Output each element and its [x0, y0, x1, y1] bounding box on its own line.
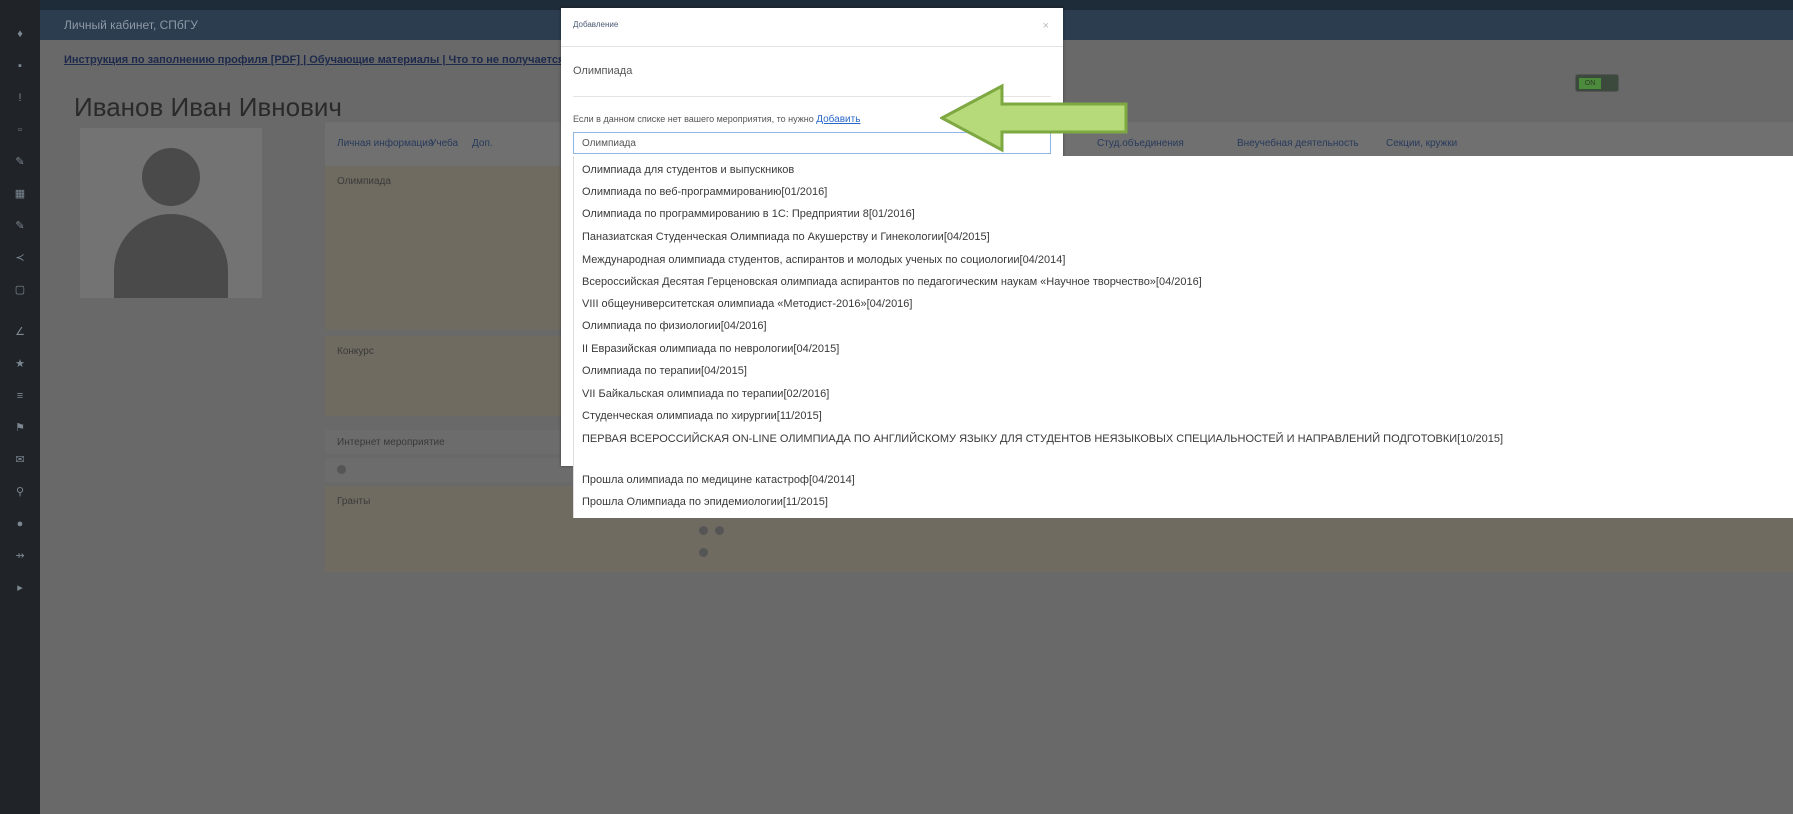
- list-item[interactable]: VII Байкальская олимпиада по терапии[02/…: [582, 388, 829, 400]
- list-icon[interactable]: ≡: [14, 390, 26, 402]
- list-item[interactable]: Прошла Олимпиада по эпидемиологии[11/201…: [582, 496, 828, 508]
- modal-title: Добавление: [573, 20, 619, 29]
- list-item[interactable]: II Евразийская олимпиада по неврологии[0…: [582, 343, 839, 355]
- olympiad-label: Олимпиада: [337, 176, 391, 187]
- pencil-icon[interactable]: ✎: [14, 220, 26, 232]
- star-icon[interactable]: ★: [14, 358, 26, 370]
- user-icon[interactable]: ⚲: [14, 486, 26, 498]
- tab-personal-info[interactable]: Личная информация: [337, 138, 433, 149]
- left-icon-rail: ♦ ▪ ! ▫ ✎ ▦ ✎ ≺ ▢ ∠ ★ ≡ ⚑ ✉ ⚲ ● ⇸ ▸: [0, 0, 40, 814]
- modal-divider: [561, 46, 1063, 47]
- mail-icon[interactable]: ✉: [14, 454, 26, 466]
- help-links-text[interactable]: Инструкция по заполнению профиля [PDF] |…: [64, 54, 571, 66]
- list-item[interactable]: Олимпиада по физиологии[04/2016]: [582, 320, 767, 332]
- add-hint-text: Если в данном списке нет вашего мероприя…: [573, 114, 814, 124]
- list-item[interactable]: Прошла олимпиада по медицине катастроф[0…: [582, 474, 855, 486]
- list-item[interactable]: Олимпиада для студентов и выпускников: [582, 164, 794, 176]
- grants-label: Гранты: [337, 496, 371, 507]
- topbar-title: Личный кабинет, СПбГУ: [64, 18, 198, 32]
- avatar-body: [114, 214, 228, 298]
- list-item[interactable]: Олимпиада по программированию в 1С: Пред…: [582, 208, 915, 220]
- avatar: [80, 128, 262, 298]
- edit-icon[interactable]: ✎: [14, 156, 26, 168]
- play-icon[interactable]: ▸: [14, 582, 26, 594]
- menu-icon[interactable]: ▪: [14, 60, 26, 72]
- grant-delete-icon[interactable]: [715, 526, 724, 535]
- lock-icon[interactable]: ▫: [14, 124, 26, 136]
- tab-extracurricular[interactable]: Внеучебная деятельность: [1237, 138, 1359, 149]
- dot-icon[interactable]: ●: [14, 518, 26, 530]
- home-icon[interactable]: ♦: [14, 28, 26, 40]
- tab-study[interactable]: Учеба: [430, 138, 458, 149]
- list-item[interactable]: Студенческая олимпиада по хирургии[11/20…: [582, 410, 822, 422]
- tab-sections[interactable]: Секции, кружки: [1386, 138, 1457, 149]
- box-icon[interactable]: ▢: [14, 284, 26, 296]
- help-links[interactable]: Инструкция по заполнению профиля [PDF] |…: [64, 54, 571, 66]
- add-hint: Если в данном списке нет вашего мероприя…: [573, 114, 860, 125]
- add-link[interactable]: Добавить: [816, 114, 860, 125]
- flag-icon[interactable]: ⚑: [14, 422, 26, 434]
- list-item[interactable]: Международная олимпиада студентов, аспир…: [582, 254, 1065, 266]
- avatar-head: [142, 148, 200, 206]
- tag-icon[interactable]: ⇸: [14, 550, 26, 562]
- event-dropdown-list: Олимпиада для студентов и выпускников Ол…: [573, 156, 1793, 518]
- grant-add-icon[interactable]: [699, 548, 708, 557]
- events-label: Интернет мероприятие: [337, 437, 445, 448]
- list-item[interactable]: Всероссийская Десятая Герценовская олимп…: [582, 276, 1202, 288]
- arrow-left-icon: [940, 83, 1128, 153]
- status-toggle[interactable]: ON: [1575, 74, 1619, 92]
- person-name: Иванов Иван Ивнович: [74, 92, 342, 122]
- add-event-icon[interactable]: [337, 465, 346, 474]
- list-item[interactable]: Олимпиада по терапии[04/2015]: [582, 365, 747, 377]
- share-icon[interactable]: ≺: [14, 252, 26, 264]
- list-item[interactable]: VIII общеуниверситетская олимпиада «Мето…: [582, 298, 912, 310]
- list-item[interactable]: Олимпиада по веб-программированию[01/201…: [582, 186, 827, 198]
- contest-label: Конкурс: [337, 346, 374, 357]
- list-item[interactable]: Паназиатская Студенческая Олимпиада по А…: [582, 231, 990, 243]
- tab-additional[interactable]: Доп.: [472, 138, 493, 149]
- grant-edit-icon[interactable]: [699, 526, 708, 535]
- info-icon[interactable]: !: [14, 92, 26, 104]
- close-icon[interactable]: ×: [1043, 20, 1049, 32]
- list-item[interactable]: ПЕРВАЯ ВСЕРОССИЙСКАЯ ON-LINE ОЛИМПИАДА П…: [582, 432, 1582, 446]
- chart-icon[interactable]: ∠: [14, 326, 26, 338]
- event-type-value[interactable]: Олимпиада: [573, 65, 632, 77]
- toggle-on-label: ON: [1579, 78, 1601, 89]
- calendar-icon[interactable]: ▦: [14, 188, 26, 200]
